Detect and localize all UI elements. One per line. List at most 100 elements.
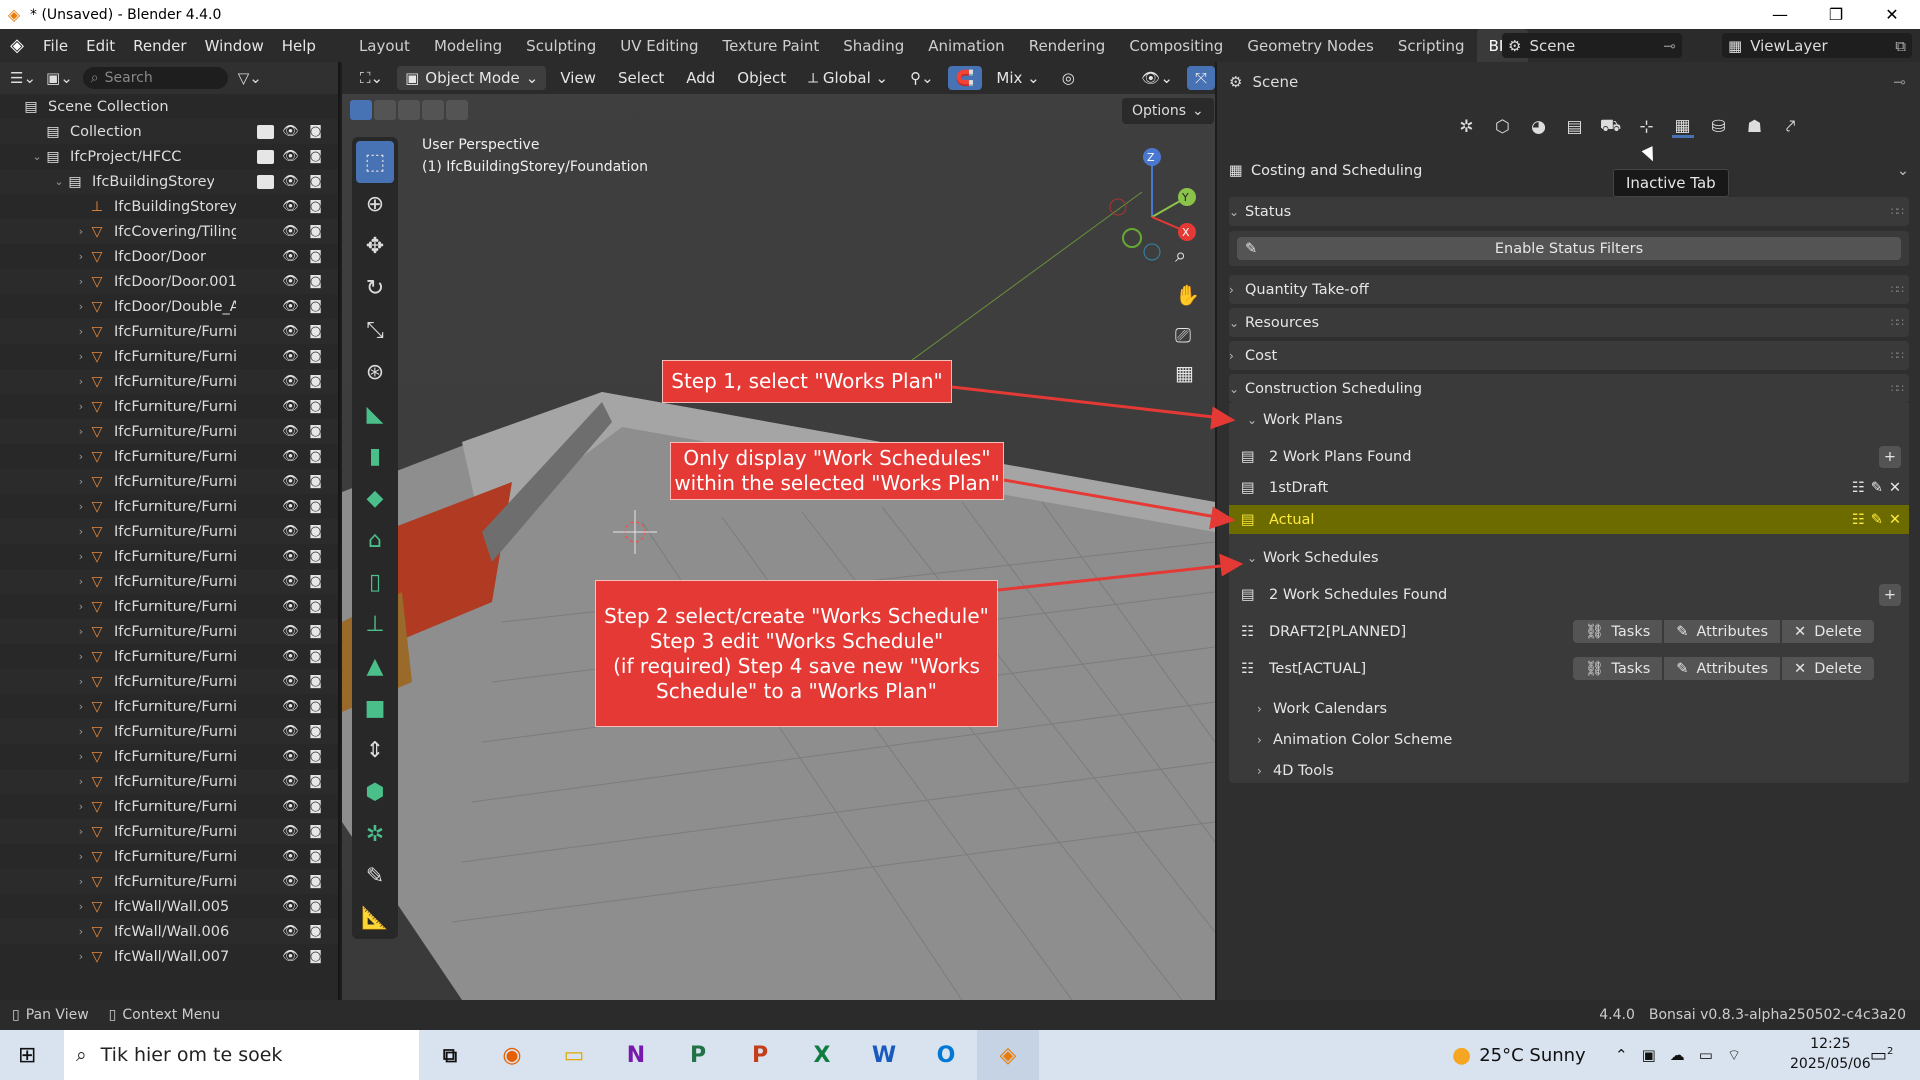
rotate-tool-icon[interactable]: ↻ [352, 267, 398, 309]
annotate-tool-icon[interactable]: ✎ [352, 855, 398, 897]
select-new-icon[interactable] [350, 100, 372, 120]
eye-icon[interactable]: 👁 [282, 824, 299, 839]
chevron-right-icon[interactable]: › [74, 700, 88, 713]
eye-icon[interactable]: 👁 [282, 424, 299, 439]
pivot-icon[interactable]: ⚲⌄ [902, 66, 942, 90]
drag-grip-icon[interactable]: ∷∷ [1891, 283, 1904, 296]
eye-icon[interactable]: 👁 [282, 949, 299, 964]
render-camera-icon[interactable]: ◙ [307, 149, 324, 164]
outliner-row[interactable]: ▤ Scene Collection [0, 94, 338, 119]
bim-covering-tool-icon[interactable]: ■ [352, 687, 398, 729]
chevron-right-icon[interactable]: › [74, 625, 88, 638]
editor-type-icon[interactable]: ☰⌄ [10, 69, 36, 87]
chevron-right-icon[interactable]: › [74, 675, 88, 688]
outliner-row[interactable]: ⊥ IfcBuildingStorey/(👁 ◙ [0, 194, 338, 219]
render-camera-icon[interactable]: ◙ [307, 174, 324, 189]
work-calendars-subheader[interactable]: › Work Calendars [1229, 694, 1909, 723]
services-tab-icon[interactable]: ⛟ [1600, 116, 1622, 138]
exclude-checkbox[interactable]: ✓ [257, 124, 274, 139]
render-camera-icon[interactable]: ◙ [307, 474, 324, 489]
render-camera-icon[interactable]: ◙ [307, 799, 324, 814]
chevron-right-icon[interactable]: › [74, 325, 88, 338]
render-camera-icon[interactable]: ◙ [307, 274, 324, 289]
chevron-right-icon[interactable]: › [74, 575, 88, 588]
menu-add[interactable]: Add [678, 66, 723, 90]
view-layer-selector[interactable]: ▦ ViewLayer ⧉ [1722, 33, 1912, 58]
pin-icon[interactable]: ⊸ [1663, 37, 1676, 55]
eye-icon[interactable]: 👁 [282, 449, 299, 464]
schedules-list-icon[interactable]: ☷ [1852, 480, 1865, 496]
chevron-right-icon[interactable]: › [74, 350, 88, 363]
render-camera-icon[interactable]: ◙ [307, 574, 324, 589]
menu-object[interactable]: Object [729, 66, 794, 90]
drag-grip-icon[interactable]: ∷∷ [1891, 205, 1904, 218]
render-camera-icon[interactable]: ◙ [307, 549, 324, 564]
render-camera-icon[interactable]: ◙ [307, 499, 324, 514]
render-camera-icon[interactable]: ◙ [307, 399, 324, 414]
outliner-row[interactable]: › ▽ IfcFurniture/Furnit 👁 ◙ [0, 619, 338, 644]
proportional-edit-icon[interactable]: ◎ [1054, 66, 1083, 90]
render-camera-icon[interactable]: ◙ [307, 699, 324, 714]
chevron-right-icon[interactable]: › [74, 800, 88, 813]
notifications-icon[interactable]: ▭2 [1870, 1045, 1893, 1066]
render-camera-icon[interactable]: ◙ [307, 349, 324, 364]
blender-menu-icon[interactable]: ◈ [0, 35, 34, 56]
pin-icon[interactable]: ⊸ [1893, 73, 1906, 91]
onenote-icon[interactable]: N [605, 1030, 667, 1080]
tab-layout[interactable]: Layout [347, 29, 422, 62]
add-work-plan-button[interactable]: + [1879, 445, 1901, 468]
eye-icon[interactable]: 👁 [282, 599, 299, 614]
exclude-checkbox[interactable]: ✓ [257, 149, 274, 164]
eye-icon[interactable]: 👁 [282, 849, 299, 864]
outliner-row[interactable]: › ▽ IfcFurniture/Furnit 👁 ◙ [0, 869, 338, 894]
outliner-row[interactable]: › ▽ IfcFurniture/Furnit 👁 ◙ [0, 419, 338, 444]
chevron-right-icon[interactable]: › [74, 825, 88, 838]
bim-slab-tool-icon[interactable]: ◆ [352, 477, 398, 519]
chevron-right-icon[interactable]: › [74, 225, 88, 238]
scale-tool-icon[interactable]: ⤡ [352, 309, 398, 351]
render-camera-icon[interactable]: ◙ [307, 924, 324, 939]
eye-icon[interactable]: 👁 [282, 299, 299, 314]
outliner-row[interactable]: › ▽ IfcFurniture/Furnit 👁 ◙ [0, 369, 338, 394]
chevron-right-icon[interactable]: › [74, 600, 88, 613]
render-camera-icon[interactable]: ◙ [307, 749, 324, 764]
eye-icon[interactable]: 👁 [282, 399, 299, 414]
chevron-right-icon[interactable]: › [74, 450, 88, 463]
eye-icon[interactable]: 👁 [282, 374, 299, 389]
chevron-right-icon[interactable]: › [74, 900, 88, 913]
eye-icon[interactable]: 👁 [282, 249, 299, 264]
render-camera-icon[interactable]: ◙ [307, 524, 324, 539]
eye-icon[interactable]: 👁 [282, 349, 299, 364]
select-extend-icon[interactable] [374, 100, 396, 120]
render-camera-icon[interactable]: ◙ [307, 874, 324, 889]
outliner-row[interactable]: ⌄ ▤ IfcProject/HFCC ✓ 👁 ◙ [0, 144, 338, 169]
object-mode-dropdown[interactable]: ▣ Object Mode ⌄ [397, 66, 547, 90]
render-camera-icon[interactable]: ◙ [307, 124, 324, 139]
minimize-button[interactable]: — [1752, 0, 1808, 29]
eye-icon[interactable]: 👁 [282, 899, 299, 914]
outliner-row[interactable]: › ▽ IfcCovering/Tiling 👁 ◙ [0, 219, 338, 244]
exclude-checkbox[interactable]: ✓ [257, 174, 274, 189]
chevron-right-icon[interactable]: › [74, 850, 88, 863]
outliner-row[interactable]: ▤ Collection ✓ 👁 ◙ [0, 119, 338, 144]
render-camera-icon[interactable]: ◙ [307, 899, 324, 914]
render-camera-icon[interactable]: ◙ [307, 774, 324, 789]
eye-icon[interactable]: 👁 [282, 774, 299, 789]
eye-icon[interactable]: 👁 [282, 124, 299, 139]
tasks-button[interactable]: ⛓ Tasks [1573, 620, 1663, 643]
eye-icon[interactable]: 👁 [282, 324, 299, 339]
tab-scripting[interactable]: Scripting [1386, 29, 1477, 62]
structural-tab-icon[interactable]: ⊹ [1636, 116, 1658, 138]
render-camera-icon[interactable]: ◙ [307, 449, 324, 464]
select-intersect-icon[interactable] [446, 100, 468, 120]
outliner-row[interactable]: › ▽ IfcFurniture/Furnit 👁 ◙ [0, 444, 338, 469]
outliner-row[interactable]: › ▽ IfcDoor/Double_Al 👁 ◙ [0, 294, 338, 319]
close-button[interactable]: ✕ [1864, 0, 1920, 29]
display-mode-icon[interactable]: ▣⌄ [46, 69, 73, 87]
attributes-button[interactable]: ✎ Attributes [1664, 620, 1781, 643]
visibility-icon[interactable]: 👁⌄ [1133, 66, 1181, 90]
drawings-tab-icon[interactable]: ▤ [1564, 116, 1586, 138]
firefox-icon[interactable]: ◉ [481, 1030, 543, 1080]
chevron-right-icon[interactable]: › [74, 925, 88, 938]
wifi-icon[interactable]: ⌔ [1727, 1046, 1741, 1065]
